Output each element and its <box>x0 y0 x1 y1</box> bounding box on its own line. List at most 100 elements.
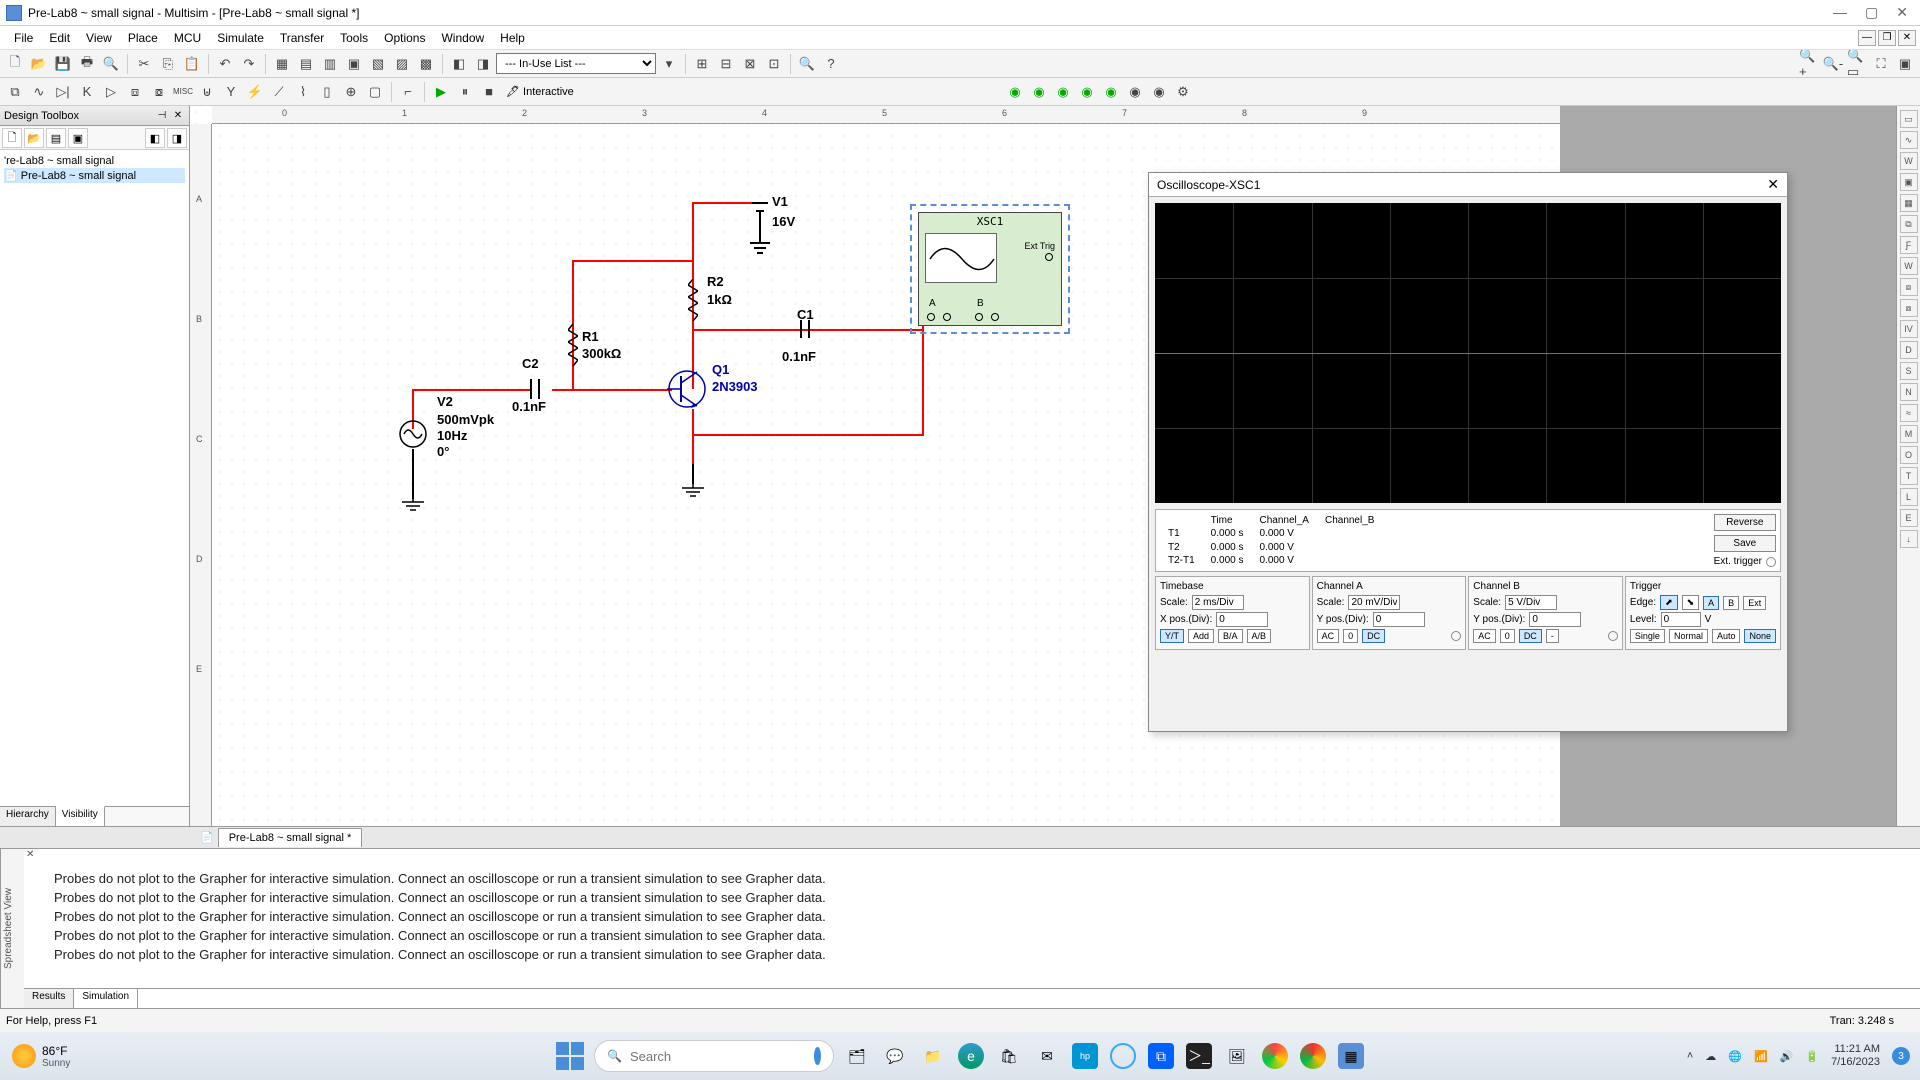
trigger-b-button[interactable]: B <box>1723 596 1739 610</box>
r1-symbol[interactable] <box>568 324 578 374</box>
tbx-btn-4[interactable]: ▣ <box>68 128 88 148</box>
menu-help[interactable]: Help <box>492 29 533 47</box>
zoom-in-button[interactable]: 🔍+ <box>1798 53 1820 75</box>
tab-hierarchy[interactable]: Hierarchy <box>0 807 56 826</box>
chrome-canary-icon[interactable] <box>1262 1043 1288 1069</box>
chat-icon[interactable]: 💬 <box>882 1043 908 1069</box>
c2-symbol[interactable] <box>530 379 532 399</box>
trigger-auto-button[interactable]: Auto <box>1712 629 1741 643</box>
ext-trig-port[interactable] <box>1045 253 1053 261</box>
instr-iv[interactable]: IV <box>1900 320 1918 338</box>
cha-0-button[interactable]: 0 <box>1343 629 1358 643</box>
maximize-button[interactable]: ▢ <box>1865 4 1878 21</box>
tab-visibility[interactable]: Visibility <box>56 806 105 826</box>
run-button[interactable]: ▶ <box>430 81 452 103</box>
comp-basic[interactable]: ⧉ <box>4 81 26 103</box>
probe-2[interactable]: ◉ <box>1028 81 1050 103</box>
tab-simulation[interactable]: Simulation <box>74 989 138 1008</box>
timebase-ba-button[interactable]: B/A <box>1218 629 1243 643</box>
trigger-single-button[interactable]: Single <box>1630 629 1665 643</box>
tree-item-1[interactable]: 're-Lab8 ~ small signal <box>4 154 185 168</box>
tbx-btn-1[interactable]: 🗋 <box>2 128 22 148</box>
probe-7[interactable]: ◉ <box>1148 81 1170 103</box>
tb-btn-f[interactable]: ▨ <box>391 53 413 75</box>
probe-6[interactable]: ◉ <box>1124 81 1146 103</box>
trigger-level-input[interactable] <box>1661 612 1701 627</box>
zoom-out-button[interactable]: 🔍- <box>1822 53 1844 75</box>
tb-btn-m[interactable]: ⊠ <box>739 53 761 75</box>
instr-scope[interactable]: ▣ <box>1900 173 1918 191</box>
save-button[interactable]: 💾 <box>52 53 74 75</box>
print-preview-button[interactable]: 🔍 <box>100 53 122 75</box>
mdi-close[interactable]: ✕ <box>1898 30 1916 46</box>
trigger-none-button[interactable]: None <box>1744 629 1776 643</box>
instr-freq[interactable]: Ƒ <box>1900 236 1918 254</box>
tbx-btn-3[interactable]: ▤ <box>46 128 66 148</box>
ch-b-port[interactable] <box>975 313 983 321</box>
edge-fall-button[interactable]: ⬊ <box>1682 595 1700 610</box>
chb-dc-button[interactable]: DC <box>1519 629 1542 643</box>
instr-spec[interactable]: S <box>1900 362 1918 380</box>
toolbox-tree[interactable]: 're-Lab8 ~ small signal 📄 Pre-Lab8 ~ sma… <box>0 150 189 806</box>
comp-transistor[interactable]: K <box>76 81 98 103</box>
tb-btn-n[interactable]: ⊡ <box>763 53 785 75</box>
terminal-icon[interactable]: ＞_ <box>1186 1043 1212 1069</box>
comp-mixed[interactable]: ⊎ <box>196 81 218 103</box>
open-button[interactable]: 📂 <box>28 53 50 75</box>
inuse-list-select[interactable]: --- In-Use List --- <box>496 53 656 74</box>
instr-labview[interactable]: L <box>1900 488 1918 506</box>
mail-icon[interactable]: ✉ <box>1034 1043 1060 1069</box>
timebase-add-button[interactable]: Add <box>1188 629 1214 643</box>
instr-wattmeter[interactable]: W <box>1900 152 1918 170</box>
dropbox-icon[interactable]: ⧉ <box>1148 1043 1174 1069</box>
instr-elvis[interactable]: E <box>1900 509 1918 527</box>
cha-scale-input[interactable] <box>1348 595 1400 610</box>
copy-button[interactable]: ⎘ <box>157 53 179 75</box>
onedrive-icon[interactable]: ☁ <box>1705 1050 1716 1063</box>
gnd-v2[interactable] <box>400 496 426 514</box>
pause-button[interactable]: ⏸ <box>454 81 476 103</box>
probe-1[interactable]: ◉ <box>1004 81 1026 103</box>
image-editor-icon[interactable]: 🖼 <box>1224 1043 1250 1069</box>
tb-btn-c[interactable]: ▥ <box>319 53 341 75</box>
probe-5[interactable]: ◉ <box>1100 81 1122 103</box>
trigger-normal-button[interactable]: Normal <box>1669 629 1708 643</box>
menu-simulate[interactable]: Simulate <box>209 29 272 47</box>
chb-ac-button[interactable]: AC <box>1473 629 1496 643</box>
menu-edit[interactable]: Edit <box>41 29 78 47</box>
comp-ttl[interactable]: ⧈ <box>124 81 146 103</box>
sheet-tab[interactable]: Pre-Lab8 ~ small signal * <box>218 828 363 847</box>
wifi-icon[interactable]: 📶 <box>1754 1050 1768 1063</box>
xsc1-instrument[interactable]: XSC1 Ext Trig A B <box>910 204 1070 334</box>
weather-widget[interactable]: 86°F Sunny <box>0 1044 70 1069</box>
oscilloscope-window[interactable]: Oscilloscope-XSC1 ✕ TimeChannel_AChannel… <box>1148 172 1788 732</box>
c1-symbol[interactable] <box>808 320 810 338</box>
mdi-restore[interactable]: ❐ <box>1878 30 1896 46</box>
tree-item-2[interactable]: 📄 Pre-Lab8 ~ small signal <box>4 168 185 183</box>
timebase-yt-button[interactable]: Y/T <box>1160 629 1184 643</box>
menu-place[interactable]: Place <box>120 29 166 47</box>
gnd-emitter[interactable] <box>680 482 706 500</box>
ch-a-gnd-port[interactable] <box>943 313 951 321</box>
menu-tools[interactable]: Tools <box>332 29 376 47</box>
undo-button[interactable]: ↶ <box>214 53 236 75</box>
help-button[interactable]: ? <box>820 53 842 75</box>
task-view-icon[interactable]: 🗂 <box>844 1043 870 1069</box>
tray-chevron-icon[interactable]: ˄ <box>1687 1050 1693 1062</box>
menu-mcu[interactable]: MCU <box>166 29 209 47</box>
taskbar-search[interactable]: 🔍 <box>594 1040 834 1072</box>
zoom-area-button[interactable]: 🔍▭ <box>1846 53 1868 75</box>
v2-symbol[interactable] <box>398 419 428 449</box>
menu-window[interactable]: Window <box>433 29 492 47</box>
menu-file[interactable]: File <box>6 29 41 47</box>
instr-4ch-scope[interactable]: ▦ <box>1900 194 1918 212</box>
comp-electromech[interactable]: ⌇ <box>292 81 314 103</box>
instr-multimeter[interactable]: ▭ <box>1900 110 1918 128</box>
comp-rf[interactable]: ⟋ <box>268 81 290 103</box>
scope-save-button[interactable]: Save <box>1714 535 1776 552</box>
comp-source[interactable]: ∿ <box>28 81 50 103</box>
probe-settings[interactable]: ⚙ <box>1172 81 1194 103</box>
instr-na[interactable]: N <box>1900 383 1918 401</box>
battery-icon[interactable]: 🔋 <box>1805 1050 1819 1063</box>
tb-btn-h[interactable]: ◧ <box>448 53 470 75</box>
